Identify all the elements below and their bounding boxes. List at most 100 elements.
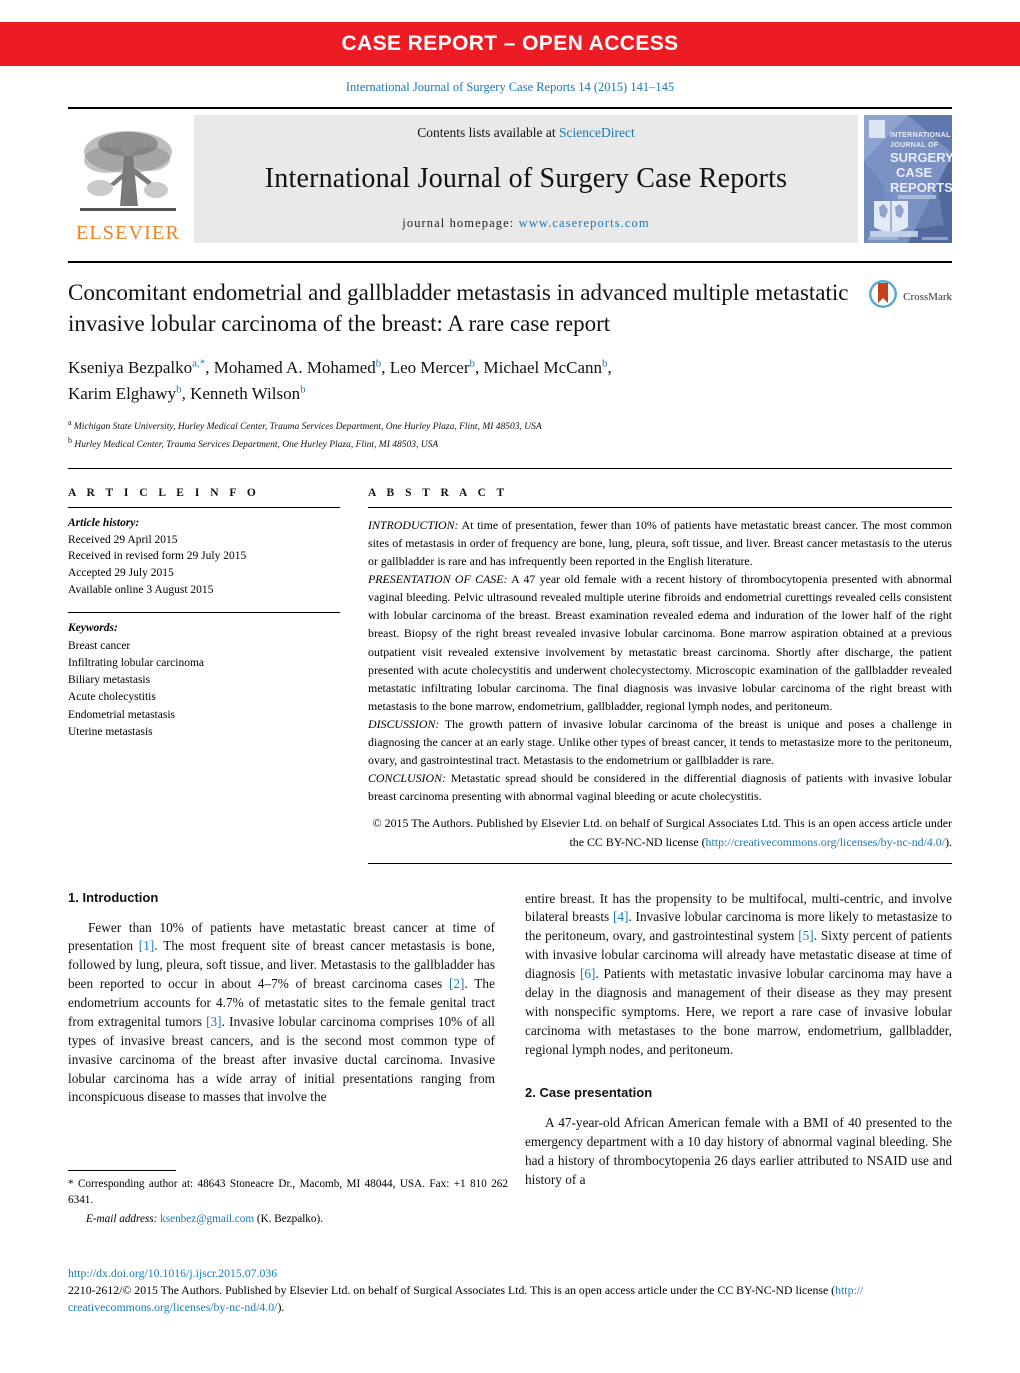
author-sup-3: b xyxy=(469,357,476,370)
abstract-section-presentation: PRESENTATION OF CASE: A 47 year old fema… xyxy=(368,570,952,715)
abstract-label-conclusion: CONCLUSION: xyxy=(368,771,446,786)
email-link[interactable]: ksenbez@gmail.com xyxy=(160,1213,254,1225)
copyright-tail: ). xyxy=(945,834,952,849)
cc-license-link[interactable]: http://creativecommons.org/licenses/by-n… xyxy=(706,835,946,849)
keyword-1: Infiltrating lobular carcinoma xyxy=(68,656,205,669)
abstract-column: A B S T R A C T INTRODUCTION: At time of… xyxy=(368,487,952,864)
issn-copyright-line: 2210-2612/© 2015 The Authors. Published … xyxy=(68,1282,952,1316)
abstract-text-conclusion: Metastatic spread should be considered i… xyxy=(368,771,952,804)
corresponding-author-note: * Corresponding author at: 48643 Stoneac… xyxy=(68,1178,508,1207)
body-column-left: 1. Introduction Fewer than 10% of patien… xyxy=(68,890,495,1190)
article-info-heading: A R T I C L E I N F O xyxy=(68,486,260,499)
journal-title: International Journal of Surgery Case Re… xyxy=(264,162,788,194)
info-abstract-row: A R T I C L E I N F O Article history: R… xyxy=(68,487,952,864)
keyword-3: Acute cholecystitis xyxy=(68,691,156,704)
author-sup-2: b xyxy=(375,357,382,370)
article-info-column: A R T I C L E I N F O Article history: R… xyxy=(68,487,340,864)
footnote-block: * Corresponding author at: 48643 Stoneac… xyxy=(68,1170,508,1225)
abstract-label-presentation: PRESENTATION OF CASE: xyxy=(368,572,508,587)
crossmark-label: CrossMark xyxy=(903,290,952,303)
svg-text:INTERNATIONAL: INTERNATIONAL xyxy=(890,132,951,139)
page-title: Concomitant endometrial and gallbladder … xyxy=(68,280,849,337)
affiliation-b-text: Hurley Medical Center, Trauma Services D… xyxy=(74,439,439,450)
history-item-3: Available online 3 August 2015 xyxy=(68,583,214,596)
article-info-rule xyxy=(68,506,340,508)
keyword-5: Uterine metastasis xyxy=(68,725,153,738)
contents-panel: Contents lists available at ScienceDirec… xyxy=(194,115,858,243)
footer-license-tail: ). xyxy=(277,1299,285,1314)
body-column-right: entire breast. It has the propensity to … xyxy=(525,890,952,1190)
abstract-text-presentation: A 47 year old female with a recent histo… xyxy=(368,572,952,713)
affiliation-a-text: Michigan State University, Hurley Medica… xyxy=(73,422,542,433)
crossmark-badge[interactable]: CrossMark xyxy=(868,279,952,314)
crossmark-icon xyxy=(868,279,898,314)
doi-link[interactable]: http://dx.doi.org/10.1016/j.ijscr.2015.0… xyxy=(68,1265,952,1282)
issn-text: 2210-2612/© 2015 The Authors. Published … xyxy=(68,1282,836,1297)
keyword-4: Endometrial metastasis xyxy=(68,708,175,721)
journal-homepage-line: journal homepage: www.casereports.com xyxy=(402,216,649,231)
abstract-text-discussion: The growth pattern of invasive lobular c… xyxy=(368,716,952,768)
paragraph-case-presentation: A 47-year-old African American female wi… xyxy=(525,1115,952,1188)
email-tail: (K. Bezpalko). xyxy=(254,1213,324,1226)
footer-license-link-part1[interactable]: http:// xyxy=(835,1283,863,1297)
paragraph-introduction-continued: entire breast. It has the propensity to … xyxy=(525,890,952,1060)
history-item-1: Received in revised form 29 July 2015 xyxy=(68,550,247,563)
history-item-0: Received 29 April 2015 xyxy=(68,533,178,546)
keywords-list: Keywords: Breast cancer Infiltrating lob… xyxy=(68,620,340,741)
article-history-label: Article history: xyxy=(68,516,140,529)
abstract-heading: A B S T R A C T xyxy=(368,486,509,499)
author-name-6: Kenneth Wilson xyxy=(190,383,301,403)
email-note: E-mail address: ksenbez@gmail.com (K. Be… xyxy=(68,1213,508,1225)
body-columns: 1. Introduction Fewer than 10% of patien… xyxy=(68,890,952,1190)
keyword-0: Breast cancer xyxy=(68,639,131,652)
author-name-4: Michael McCann xyxy=(483,358,603,378)
title-block: Concomitant endometrial and gallbladder … xyxy=(68,277,952,452)
contents-prefix: Contents lists available at xyxy=(417,125,559,140)
paragraph-introduction: Fewer than 10% of patients have metastat… xyxy=(68,919,495,1108)
abstract-section-discussion: DISCUSSION: The growth pattern of invasi… xyxy=(368,715,952,769)
abstract-label-introduction: INTRODUCTION: xyxy=(368,517,459,532)
citation-ref-4[interactable]: [4] xyxy=(613,909,629,924)
abstract-section-conclusion: CONCLUSION: Metastatic spread should be … xyxy=(368,769,952,805)
author-name-2: Mohamed A. Mohamed xyxy=(213,358,376,378)
svg-text:CASE: CASE xyxy=(896,165,932,180)
citation-ref-2[interactable]: [2] xyxy=(449,976,465,991)
info-divider xyxy=(68,467,952,469)
abstract-label-discussion: DISCUSSION: xyxy=(368,716,440,731)
citation-ref-3[interactable]: [3] xyxy=(206,1014,222,1029)
affiliation-a: a Michigan State University, Hurley Medi… xyxy=(68,418,542,433)
abstract-bottom-rule xyxy=(368,862,952,864)
contents-available-line: Contents lists available at ScienceDirec… xyxy=(417,125,634,141)
keywords-rule xyxy=(68,612,340,614)
citation-ref-6[interactable]: [6] xyxy=(580,966,596,981)
author-name-5: Karim Elghawy xyxy=(68,383,177,403)
footnote-rule xyxy=(68,1170,176,1171)
footer-license-link-part2[interactable]: creativecommons.org/licenses/by-nc-nd/4.… xyxy=(68,1300,277,1314)
citation-ref-1[interactable]: [1] xyxy=(139,938,155,953)
case-report-banner: CASE REPORT – OPEN ACCESS xyxy=(0,22,1020,66)
citation-ref-5[interactable]: [5] xyxy=(798,928,814,943)
sciencedirect-link[interactable]: ScienceDirect xyxy=(559,125,635,140)
keywords-label: Keywords: xyxy=(68,622,118,635)
journal-cover-image: INTERNATIONAL JOURNAL OF SURGERY CASE RE… xyxy=(864,115,952,243)
banner-label: CASE REPORT – OPEN ACCESS xyxy=(341,32,679,55)
elsevier-wordmark: ELSEVIER xyxy=(75,222,181,244)
abstract-copyright: © 2015 The Authors. Published by Elsevie… xyxy=(368,814,952,850)
homepage-url-link[interactable]: www.casereports.com xyxy=(519,216,650,230)
author-sup-6: b xyxy=(300,382,306,395)
section-heading-case-presentation: 2. Case presentation xyxy=(525,1085,653,1101)
author-name-1: Kseniya Bezpalko xyxy=(68,358,193,378)
elsevier-tree-icon xyxy=(76,126,180,222)
journal-citation: International Journal of Surgery Case Re… xyxy=(345,80,675,94)
homepage-prefix: journal homepage: xyxy=(402,216,519,230)
footer-block: http://dx.doi.org/10.1016/j.ijscr.2015.0… xyxy=(68,1265,952,1316)
affiliation-b: b Hurley Medical Center, Trauma Services… xyxy=(68,435,439,450)
keyword-2: Biliary metastasis xyxy=(68,674,151,687)
svg-text:JOURNAL OF: JOURNAL OF xyxy=(890,142,939,149)
author-sup-4: b xyxy=(602,357,608,370)
section-heading-introduction: 1. Introduction xyxy=(68,889,159,905)
abstract-rule xyxy=(368,506,952,508)
svg-text:SURGERY: SURGERY xyxy=(890,150,952,165)
author-name-3: Leo Mercer xyxy=(389,358,470,378)
history-item-2: Accepted 29 July 2015 xyxy=(68,566,174,579)
